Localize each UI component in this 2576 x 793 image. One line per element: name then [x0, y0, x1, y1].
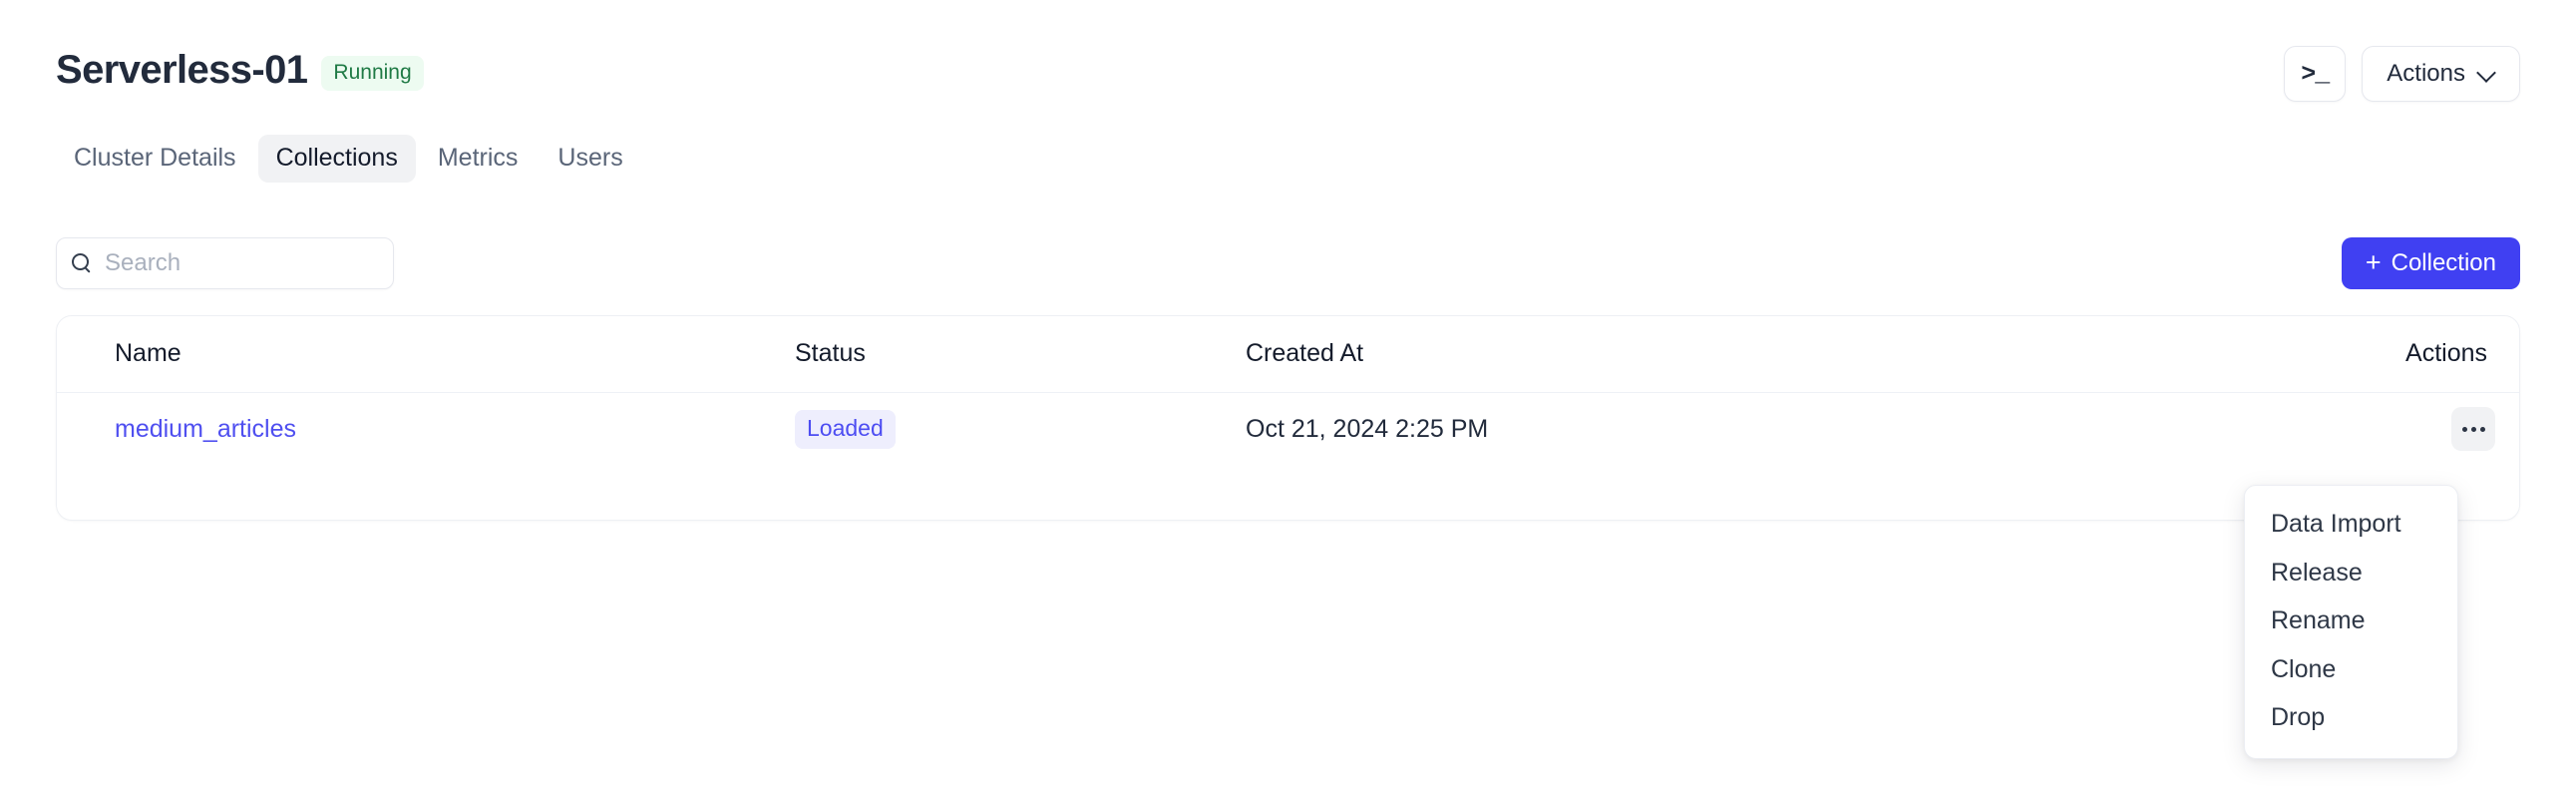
page-header: Serverless-01 Running >_ Actions	[0, 0, 2576, 120]
column-header-created-at-label: Created At	[1246, 339, 1364, 368]
menu-item-release[interactable]: Release	[2245, 549, 2457, 597]
tab-users[interactable]: Users	[540, 135, 640, 183]
search-icon	[71, 252, 93, 274]
tab-metrics[interactable]: Metrics	[420, 135, 537, 183]
cell-name: medium_articles	[57, 391, 795, 466]
collection-name-link[interactable]: medium_articles	[115, 415, 296, 443]
search-input[interactable]	[105, 249, 379, 277]
plus-icon: +	[2365, 246, 2382, 277]
collections-page: Serverless-01 Running >_ Actions Cluster…	[0, 0, 2576, 793]
cell-actions	[2348, 391, 2519, 466]
table-body: medium_articles Loaded Oct 21, 2024 2:25…	[57, 391, 2519, 466]
collections-card: Name Status Created At Actions medium_ar…	[56, 315, 2520, 521]
add-collection-label: Collection	[2391, 249, 2496, 276]
table-row: medium_articles Loaded Oct 21, 2024 2:25…	[57, 391, 2519, 466]
column-header-status: Status	[795, 316, 1246, 392]
actions-button-label: Actions	[2387, 60, 2465, 87]
row-actions-dropdown: Data Import Release Rename Clone Drop	[2244, 485, 2458, 759]
kebab-menu-icon	[2461, 426, 2467, 432]
chevron-down-icon	[2477, 64, 2497, 84]
kebab-menu-icon	[2479, 426, 2485, 432]
row-actions-button[interactable]	[2451, 407, 2495, 452]
page-title: Serverless-01	[56, 48, 308, 92]
tab-bar: Cluster Details Collections Metrics User…	[56, 135, 641, 183]
tab-cluster-details[interactable]: Cluster Details	[56, 135, 254, 183]
menu-item-drop[interactable]: Drop	[2245, 693, 2457, 742]
collections-toolbar: + Collection	[0, 237, 2576, 297]
column-header-actions: Actions	[2348, 316, 2519, 392]
menu-item-data-import[interactable]: Data Import	[2245, 500, 2457, 549]
cell-status: Loaded	[795, 391, 1246, 466]
table-header: Name Status Created At Actions	[57, 316, 2519, 392]
table-header-row: Name Status Created At Actions	[57, 316, 2519, 392]
add-collection-button[interactable]: + Collection	[2341, 237, 2520, 289]
menu-item-clone[interactable]: Clone	[2245, 645, 2457, 694]
terminal-button[interactable]: >_	[2284, 46, 2347, 102]
cell-created-at: Oct 21, 2024 2:25 PM	[1246, 391, 2348, 466]
title-group: Serverless-01 Running	[56, 48, 424, 92]
column-header-name: Name	[57, 316, 795, 392]
column-header-status-label: Status	[795, 339, 866, 368]
created-at-value: Oct 21, 2024 2:25 PM	[1246, 414, 1489, 443]
terminal-icon: >_	[2301, 59, 2330, 89]
tab-collections[interactable]: Collections	[257, 135, 416, 183]
actions-button[interactable]: Actions	[2362, 46, 2520, 102]
status-badge: Loaded	[795, 409, 896, 449]
column-header-created-at: Created At	[1246, 316, 2348, 392]
menu-item-rename[interactable]: Rename	[2245, 596, 2457, 645]
search-box[interactable]	[56, 237, 394, 289]
column-header-actions-label: Actions	[2405, 339, 2487, 368]
column-header-name-label: Name	[115, 339, 182, 368]
kebab-menu-icon	[2470, 426, 2476, 432]
cluster-status-badge: Running	[321, 55, 424, 91]
collections-table: Name Status Created At Actions medium_ar…	[57, 316, 2519, 466]
header-actions: >_ Actions	[2284, 46, 2520, 102]
